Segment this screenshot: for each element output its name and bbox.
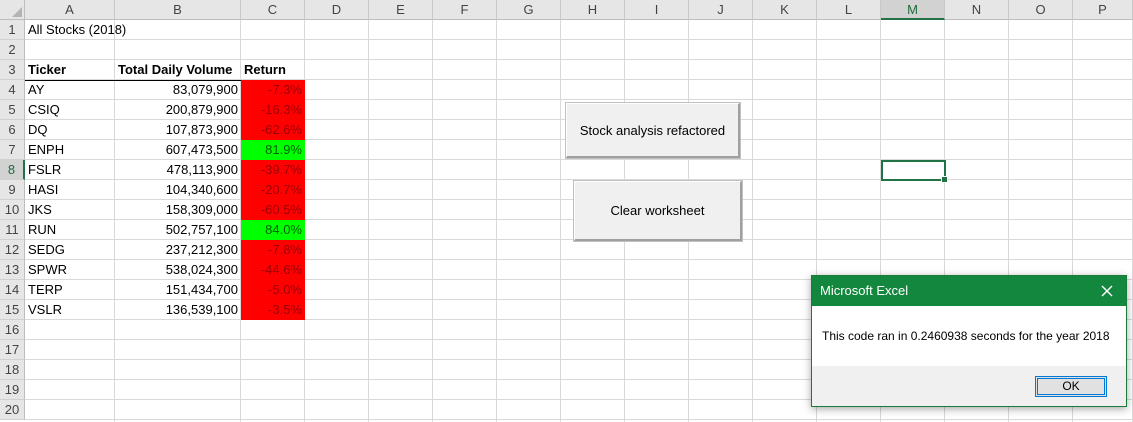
row-header-14[interactable]: 14 [0,280,25,300]
row-header-8[interactable]: 8 [0,160,25,180]
volume-cell[interactable]: 107,873,900 [115,120,241,140]
clear-worksheet-button[interactable]: Clear worksheet [573,180,743,242]
select-all-corner[interactable] [0,0,25,20]
volume-cell[interactable]: 478,113,900 [115,160,241,180]
column-header-i[interactable]: I [625,0,689,20]
volume-cell[interactable]: 158,309,000 [115,200,241,220]
row-header-17[interactable]: 17 [0,340,25,360]
return-cell[interactable]: -20.7% [241,180,305,200]
ticker-cell[interactable]: CSIQ [25,100,115,120]
ticker-cell[interactable]: VSLR [25,300,115,320]
row-header-4[interactable]: 4 [0,80,25,100]
ok-button[interactable]: OK [1035,376,1107,397]
column-header-m[interactable]: M [881,0,945,20]
volume-cell[interactable]: 237,212,300 [115,240,241,260]
volume-cell[interactable]: 538,024,300 [115,260,241,280]
row-header-7[interactable]: 7 [0,140,25,160]
ticker-cell[interactable]: TERP [25,280,115,300]
ticker-cell[interactable]: RUN [25,220,115,240]
row-header-10[interactable]: 10 [0,200,25,220]
ticker-cell[interactable]: FSLR [25,160,115,180]
volume-cell[interactable]: 607,473,500 [115,140,241,160]
header-return[interactable]: Return [241,60,305,80]
sheet-title-cell[interactable]: All Stocks (2018) [25,20,241,40]
close-icon [1101,285,1113,297]
row-header-19[interactable]: 19 [0,380,25,400]
return-cell[interactable]: -44.6% [241,260,305,280]
column-header-l[interactable]: L [817,0,881,20]
volume-cell[interactable]: 502,757,100 [115,220,241,240]
row-header-5[interactable]: 5 [0,100,25,120]
return-cell[interactable]: -39.7% [241,160,305,180]
ticker-cell[interactable]: HASI [25,180,115,200]
close-button[interactable] [1088,276,1126,306]
return-cell[interactable]: -60.5% [241,200,305,220]
row-header-16[interactable]: 16 [0,320,25,340]
return-cell[interactable]: 84.0% [241,220,305,240]
return-cell[interactable]: 81.9% [241,140,305,160]
row-header-13[interactable]: 13 [0,260,25,280]
return-cell[interactable]: -3.5% [241,300,305,320]
select-all-triangle-icon [12,7,22,17]
row-header-12[interactable]: 12 [0,240,25,260]
column-header-h[interactable]: H [561,0,625,20]
stock-analysis-refactored-button[interactable]: Stock analysis refactored [565,102,741,159]
volume-cell[interactable]: 200,879,900 [115,100,241,120]
header-volume[interactable]: Total Daily Volume [115,60,241,80]
volume-cell[interactable]: 104,340,600 [115,180,241,200]
column-header-n[interactable]: N [945,0,1009,20]
column-header-g[interactable]: G [497,0,561,20]
column-header-a[interactable]: A [25,0,115,20]
column-header-p[interactable]: P [1073,0,1133,20]
row-header-18[interactable]: 18 [0,360,25,380]
ticker-cell[interactable]: SEDG [25,240,115,260]
volume-cell[interactable]: 83,079,900 [115,80,241,100]
return-cell[interactable]: -7.8% [241,240,305,260]
column-header-c[interactable]: C [241,0,305,20]
row-header-3[interactable]: 3 [0,60,25,80]
gridline-vertical [752,20,753,422]
gridline-vertical [560,20,561,422]
column-header-j[interactable]: J [689,0,753,20]
return-cell[interactable]: -16.3% [241,100,305,120]
column-header-e[interactable]: E [369,0,433,20]
return-cell[interactable]: -7.3% [241,80,305,100]
return-cell[interactable]: -62.6% [241,120,305,140]
ticker-cell[interactable]: AY [25,80,115,100]
header-ticker[interactable]: Ticker [25,60,115,80]
row-header-9[interactable]: 9 [0,180,25,200]
selected-cell-M8[interactable] [881,160,948,183]
gridline-vertical [496,20,497,422]
row-header-15[interactable]: 15 [0,300,25,320]
gridline-vertical [368,20,369,422]
column-header-b[interactable]: B [115,0,241,20]
gridline-vertical [432,20,433,422]
return-cell[interactable]: -5.0% [241,280,305,300]
column-header-k[interactable]: K [753,0,817,20]
column-header-o[interactable]: O [1009,0,1073,20]
row-header-2[interactable]: 2 [0,40,25,60]
row-header-11[interactable]: 11 [0,220,25,240]
volume-cell[interactable]: 151,434,700 [115,280,241,300]
column-header-d[interactable]: D [305,0,369,20]
dialog-footer: OK [812,366,1126,406]
ticker-cell[interactable]: SPWR [25,260,115,280]
dialog-message: This code ran in 0.2460938 seconds for t… [812,306,1126,366]
excel-message-dialog: Microsoft Excel This code ran in 0.24609… [811,275,1127,407]
ticker-cell[interactable]: ENPH [25,140,115,160]
ticker-cell[interactable]: DQ [25,120,115,140]
ticker-cell[interactable]: JKS [25,200,115,220]
volume-cell[interactable]: 136,539,100 [115,300,241,320]
column-header-f[interactable]: F [433,0,497,20]
row-header-20[interactable]: 20 [0,400,25,420]
dialog-title: Microsoft Excel [812,276,1126,306]
row-header-1[interactable]: 1 [0,20,25,40]
row-header-6[interactable]: 6 [0,120,25,140]
gridline-horizontal [25,419,1133,420]
